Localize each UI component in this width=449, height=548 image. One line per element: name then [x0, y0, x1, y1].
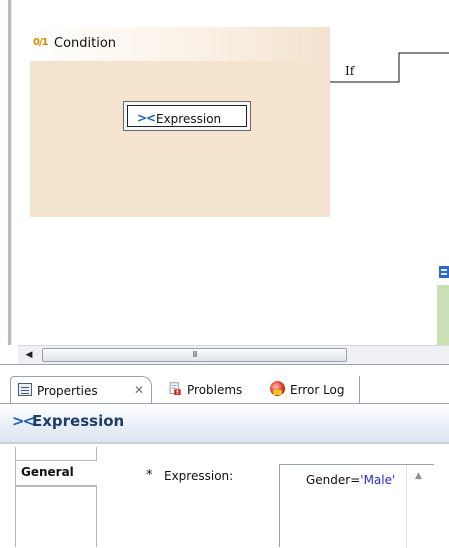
expression-field-label: Expression:	[164, 469, 234, 483]
tab-properties[interactable]: Properties ✕	[10, 376, 152, 405]
diagram-canvas[interactable]: 0/1 Condition >< Expression If	[0, 0, 449, 345]
tab-problems-label: Problems	[187, 383, 243, 397]
tab-error-log[interactable]: Error Log	[264, 376, 360, 403]
side-tab-column-top	[15, 447, 97, 460]
properties-section-header: >< Expression	[0, 404, 449, 442]
adjacent-node-edge[interactable]	[437, 285, 449, 345]
tab-error-log-label: Error Log	[290, 383, 345, 397]
expression-value: Gender='Male'	[306, 473, 395, 487]
required-marker: *	[146, 468, 153, 483]
tab-properties-label: Properties	[37, 384, 98, 398]
section-header-divider	[0, 442, 449, 444]
view-tab-bar: Properties ✕ Problems Error Log	[0, 364, 449, 405]
tab-problems[interactable]: Problems	[160, 376, 262, 403]
expression-section-icon: ><	[12, 412, 35, 430]
close-icon[interactable]: ✕	[134, 383, 144, 397]
problems-icon	[169, 382, 181, 395]
properties-view: Properties ✕ Problems Error Log >< Expre…	[0, 364, 449, 548]
textarea-vertical-scrollbar[interactable]: ▲	[406, 465, 434, 548]
scroll-left-arrow-icon[interactable]: ◀	[20, 349, 38, 362]
scroll-up-arrow-icon[interactable]: ▲	[415, 471, 422, 481]
if-connector	[330, 52, 449, 83]
expression-value-prefix: Gender=	[306, 473, 361, 487]
error-log-icon	[270, 381, 285, 396]
scrollbar-grip-icon: III	[192, 350, 197, 359]
table-icon	[439, 266, 449, 278]
properties-icon	[18, 383, 32, 396]
expression-value-string: 'Male'	[360, 473, 396, 487]
side-tab-general[interactable]: General	[15, 460, 97, 486]
side-tab-column	[15, 486, 97, 547]
properties-section-title: Expression	[32, 412, 125, 430]
canvas-horizontal-scrollbar[interactable]: ◀ III	[18, 345, 449, 364]
if-branch-label: If	[345, 64, 355, 78]
side-tab-general-label: General	[21, 465, 74, 479]
scrollbar-thumb[interactable]: III	[42, 348, 347, 362]
expression-textarea[interactable]: Gender='Male' ▲	[279, 464, 434, 548]
